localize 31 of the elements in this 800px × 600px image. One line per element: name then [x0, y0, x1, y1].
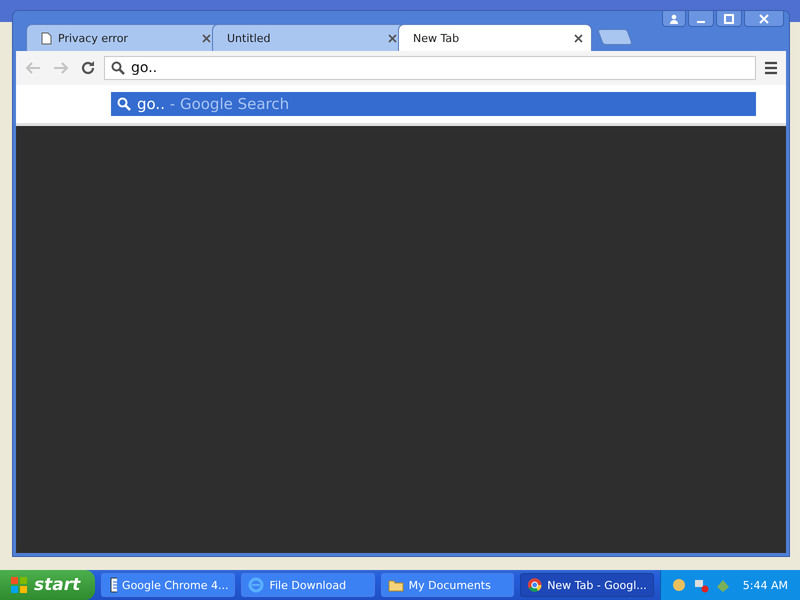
close-button[interactable] [744, 11, 784, 27]
minimize-icon [696, 20, 706, 22]
menu-button[interactable] [762, 59, 780, 77]
tab-title: New Tab [413, 32, 460, 44]
e-logo-icon [248, 577, 264, 593]
close-icon[interactable] [574, 34, 583, 42]
taskbar-item[interactable]: My Documents [380, 573, 514, 597]
minimize-button[interactable] [688, 11, 714, 27]
search-icon [111, 61, 125, 75]
search-suggestion[interactable]: go.. - Google Search [111, 92, 756, 116]
close-icon [759, 14, 769, 24]
network-icon[interactable] [692, 577, 709, 593]
taskbar-item[interactable]: New Tab - Googl... [520, 573, 654, 597]
document-icon [108, 577, 118, 593]
taskbar-item[interactable]: Google Chrome 4... [101, 573, 236, 597]
person-icon [669, 14, 679, 24]
close-icon[interactable] [388, 34, 397, 42]
chrome-logo-icon [526, 577, 542, 593]
profile-button[interactable] [662, 11, 686, 27]
browser-tab[interactable]: New Tab [398, 24, 592, 51]
tab-title: Untitled [227, 32, 272, 44]
windows-logo-icon [10, 576, 28, 594]
new-tab-button[interactable] [597, 29, 633, 45]
taskbar-item[interactable]: File Download [241, 573, 375, 597]
search-icon [117, 97, 131, 111]
close-icon[interactable] [202, 34, 211, 42]
address-field[interactable]: go.. [104, 56, 756, 80]
tab-title: Privacy error [58, 32, 129, 44]
clock: 5:44 AM [742, 578, 788, 592]
maximize-button[interactable] [716, 11, 742, 27]
maximize-icon [724, 14, 734, 24]
